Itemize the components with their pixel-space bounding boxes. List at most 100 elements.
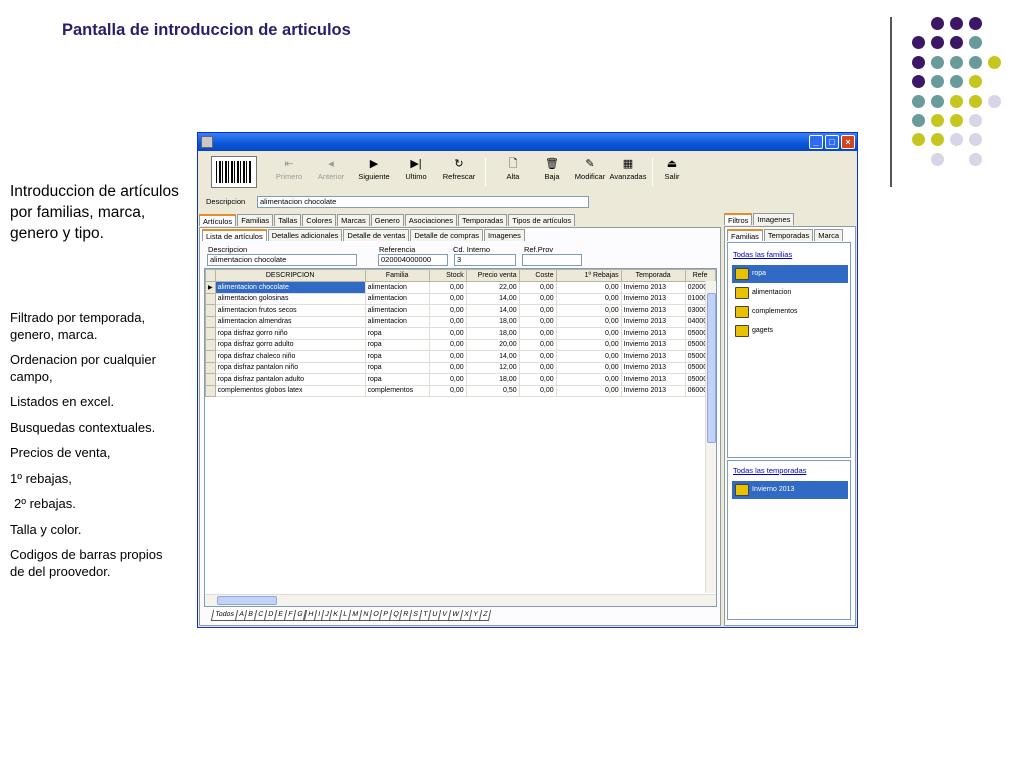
- advanced-button[interactable]: ▦ Avanzadas: [606, 157, 650, 181]
- table-cell[interactable]: Invierno 2013: [620, 373, 686, 386]
- cd-interno-input[interactable]: 3: [454, 254, 516, 266]
- table-cell[interactable]: alimentacion: [364, 281, 430, 294]
- table-cell[interactable]: 0,00: [428, 384, 467, 397]
- row-indicator[interactable]: [205, 338, 216, 351]
- table-cell[interactable]: ropa: [364, 350, 430, 363]
- tab-temporadas[interactable]: Temporadas: [457, 214, 508, 226]
- table-cell[interactable]: Invierno 2013: [620, 361, 686, 374]
- table-cell[interactable]: 0,00: [518, 361, 557, 374]
- tab-imagenes-right[interactable]: Imagenes: [753, 213, 795, 225]
- table-cell[interactable]: 14,00: [465, 292, 520, 305]
- table-cell[interactable]: Invierno 2013: [620, 304, 686, 317]
- table-row[interactable]: alimentacion frutos secos alimentacion 0,0…: [205, 304, 716, 317]
- tab-filtros[interactable]: Filtros: [724, 213, 753, 225]
- table-cell[interactable]: 0,00: [518, 384, 557, 397]
- new-button[interactable]: 🗋 Alta: [491, 157, 535, 181]
- tab-articulos[interactable]: Artículos: [199, 214, 237, 226]
- table-cell[interactable]: 0,00: [518, 350, 557, 363]
- description-search-input[interactable]: alimentacion chocolate: [257, 196, 589, 208]
- table-cell[interactable]: 0,00: [428, 350, 467, 363]
- table-cell[interactable]: 0,00: [428, 304, 467, 317]
- tab-detalle-compras[interactable]: Detalle de compras: [410, 229, 483, 241]
- articles-grid[interactable]: DESCRIPCION Familia Stock Precio venta C…: [204, 268, 717, 607]
- table-cell[interactable]: Invierno 2013: [620, 281, 686, 294]
- table-cell[interactable]: Invierno 2013: [620, 327, 686, 340]
- letter-tab[interactable]: Todos: [210, 610, 238, 621]
- family-item[interactable]: complementos: [732, 303, 848, 321]
- first-button[interactable]: ⇤ Primero: [267, 157, 311, 181]
- table-cell[interactable]: ropa disfraz gorro niño: [214, 327, 366, 340]
- scroll-thumb[interactable]: [217, 596, 277, 605]
- table-cell[interactable]: alimentacion golosinas: [214, 292, 366, 305]
- table-cell[interactable]: 14,00: [465, 304, 520, 317]
- column-header[interactable]: 1º Rebajas: [555, 269, 622, 282]
- horizontal-scrollbar[interactable]: [205, 594, 716, 606]
- table-cell[interactable]: 0,00: [518, 338, 557, 351]
- table-cell[interactable]: 0,00: [518, 327, 557, 340]
- vertical-scrollbar[interactable]: [705, 281, 716, 593]
- table-cell[interactable]: 0,00: [555, 315, 622, 328]
- table-cell[interactable]: 0,00: [555, 338, 622, 351]
- maximize-button[interactable]: □: [825, 135, 839, 149]
- row-indicator[interactable]: [205, 373, 216, 386]
- referencia-input[interactable]: 020004000000: [378, 254, 448, 266]
- table-cell[interactable]: 0,00: [518, 292, 557, 305]
- exit-button[interactable]: ⏏ Salir: [650, 157, 694, 181]
- table-cell[interactable]: 0,00: [428, 292, 467, 305]
- descripcion-input[interactable]: alimentacion chocolate: [207, 254, 357, 266]
- table-cell[interactable]: 0,00: [518, 315, 557, 328]
- table-cell[interactable]: Invierno 2013: [620, 350, 686, 363]
- row-indicator[interactable]: [205, 361, 216, 374]
- table-cell[interactable]: 0,00: [428, 373, 467, 386]
- table-cell[interactable]: ropa: [364, 373, 430, 386]
- table-cell[interactable]: Invierno 2013: [620, 292, 686, 305]
- family-item[interactable]: ropa: [732, 265, 848, 283]
- column-header[interactable]: Stock: [428, 269, 467, 282]
- table-cell[interactable]: 0,00: [518, 304, 557, 317]
- tab-filter-familias[interactable]: Familias: [727, 229, 763, 241]
- tab-tallas[interactable]: Tallas: [274, 214, 302, 226]
- table-row[interactable]: alimentacion almendras alimentacion 0,00 18…: [205, 315, 716, 328]
- table-cell[interactable]: ropa: [364, 361, 430, 374]
- row-indicator[interactable]: [205, 384, 216, 397]
- table-cell[interactable]: complementos globos latex: [214, 384, 366, 397]
- table-cell[interactable]: 0,00: [555, 373, 622, 386]
- table-cell[interactable]: Invierno 2013: [620, 338, 686, 351]
- table-cell[interactable]: 14,00: [465, 350, 520, 363]
- table-row[interactable]: ropa disfraz pantalon adulto ropa 0,00 18,0…: [205, 373, 716, 386]
- table-cell[interactable]: 0,00: [428, 338, 467, 351]
- column-header[interactable]: Refe: [684, 269, 716, 282]
- row-indicator[interactable]: [205, 304, 216, 317]
- tab-detalles-adicionales[interactable]: Detalles adicionales: [267, 229, 343, 241]
- table-row[interactable]: complementos globos latex complementos 0,0…: [205, 384, 716, 397]
- table-row[interactable]: ▶ alimentacion chocolate alimentacion 0,00 2…: [205, 281, 716, 294]
- table-cell[interactable]: alimentacion almendras: [214, 315, 366, 328]
- table-cell[interactable]: complementos: [364, 384, 430, 397]
- table-cell[interactable]: Invierno 2013: [620, 384, 686, 397]
- ref-prov-input[interactable]: [522, 254, 582, 266]
- table-cell[interactable]: 0,00: [518, 281, 557, 294]
- tab-filter-temporadas[interactable]: Temporadas: [763, 229, 814, 241]
- season-item[interactable]: Invierno 2013: [732, 481, 848, 499]
- tab-imagenes[interactable]: Imagenes: [484, 229, 525, 241]
- table-cell[interactable]: 0,00: [428, 281, 467, 294]
- table-cell[interactable]: 12,00: [465, 361, 520, 374]
- tab-asociaciones[interactable]: Asociaciones: [404, 214, 457, 226]
- minimize-button[interactable]: _: [809, 135, 823, 149]
- previous-button[interactable]: ◂ Anterior: [309, 157, 353, 181]
- tab-filter-marca[interactable]: Marca: [814, 229, 844, 241]
- column-header[interactable]: Precio venta: [465, 269, 520, 282]
- table-row[interactable]: ropa disfraz pantalon niño ropa 0,00 12,00 0…: [205, 361, 716, 374]
- row-indicator[interactable]: [205, 315, 216, 328]
- column-header[interactable]: Familia: [364, 269, 430, 282]
- last-button[interactable]: ▶| Ultimo: [394, 157, 438, 181]
- table-cell[interactable]: alimentacion frutos secos: [214, 304, 366, 317]
- table-cell[interactable]: 0,00: [555, 327, 622, 340]
- window-titlebar[interactable]: _ □ ×: [198, 133, 857, 151]
- column-header[interactable]: Coste: [518, 269, 557, 282]
- table-row[interactable]: alimentacion golosinas alimentacion 0,00 14…: [205, 292, 716, 305]
- table-cell[interactable]: 0,00: [555, 350, 622, 363]
- table-cell[interactable]: 0,00: [555, 292, 622, 305]
- row-indicator[interactable]: [205, 327, 216, 340]
- table-cell[interactable]: alimentacion: [364, 292, 430, 305]
